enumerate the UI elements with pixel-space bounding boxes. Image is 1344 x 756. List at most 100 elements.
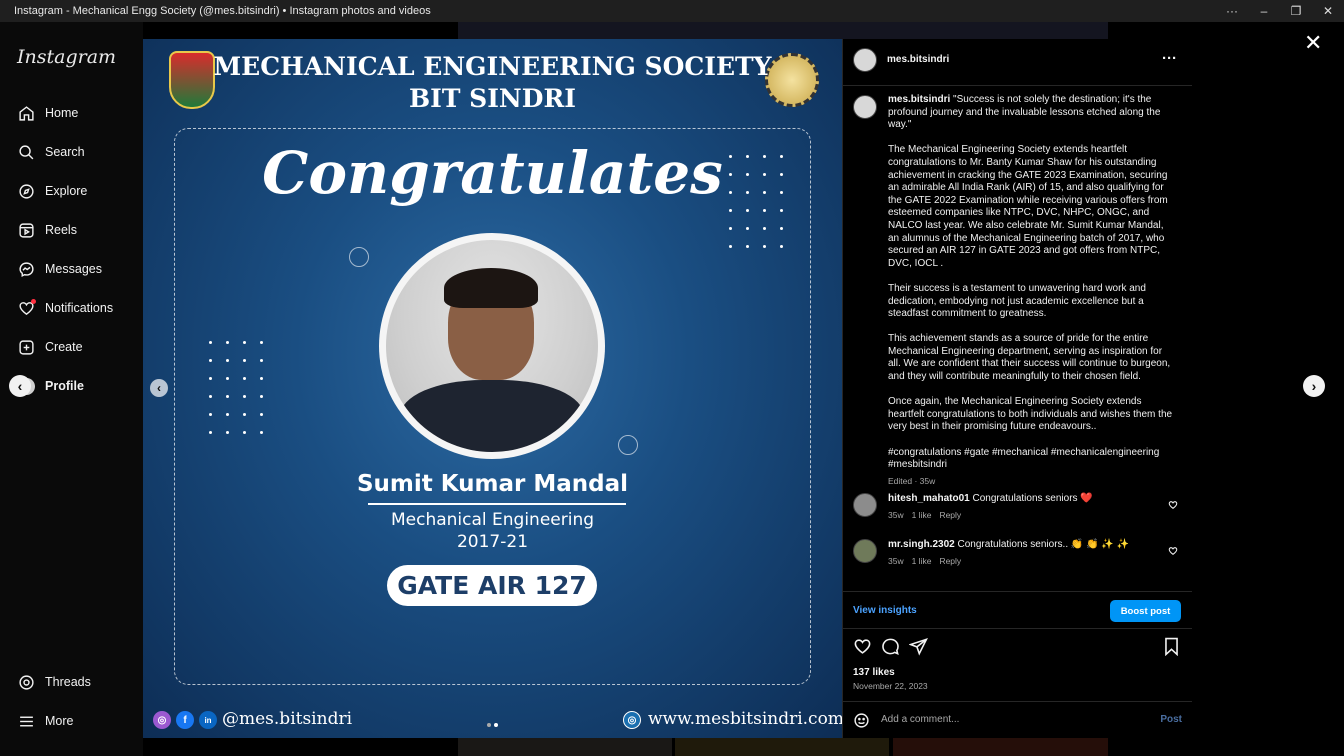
sidebar-item-label: Search xyxy=(45,145,85,159)
commenter-username[interactable]: hitesh_mahato01 xyxy=(888,493,970,504)
post-image[interactable]: MECHANICAL ENGINEERING SOCIETY BIT SINDR… xyxy=(143,39,842,738)
window-title: Instagram - Mechanical Engg Society (@me… xyxy=(14,5,431,17)
handle-text: @mes.bitsindri xyxy=(222,709,353,729)
save-bookmark-icon[interactable] xyxy=(1163,637,1180,661)
sidebar-item-more[interactable]: More xyxy=(17,712,73,730)
compass-icon xyxy=(17,182,35,200)
caption-text: mes.bitsindri "Success is not solely the… xyxy=(888,94,1176,487)
insights-row: View insights Boost post xyxy=(843,591,1192,629)
linkedin-icon: in xyxy=(199,711,217,729)
like-comment-heart-icon[interactable] xyxy=(1168,497,1178,515)
heart-icon xyxy=(17,299,36,317)
comment-age: 35w xyxy=(888,510,904,520)
sidebar-item-explore[interactable]: Explore xyxy=(17,182,87,200)
home-icon xyxy=(17,104,35,122)
instagram-icon: ◎ xyxy=(153,711,171,729)
comment-likes[interactable]: 1 like xyxy=(912,510,932,520)
sidebar-item-create[interactable]: Create xyxy=(17,338,83,356)
sidebar-item-messages[interactable]: Messages xyxy=(17,260,102,278)
boost-post-button[interactable]: Boost post xyxy=(1110,600,1181,622)
facebook-icon: f xyxy=(176,711,194,729)
society-title-line2: BIT SINDRI xyxy=(409,84,576,113)
reply-button[interactable]: Reply xyxy=(939,556,961,566)
comment-age: 35w xyxy=(888,556,904,566)
caption-paragraph: Their success is a testament to unwaveri… xyxy=(888,282,1146,320)
ellipsis-icon[interactable]: ··· xyxy=(1216,4,1248,18)
plus-square-icon xyxy=(17,338,35,356)
sidebar-item-label: Profile xyxy=(45,379,84,393)
sidebar-item-home[interactable]: Home xyxy=(17,104,78,122)
close-icon[interactable]: ✕ xyxy=(1304,30,1322,56)
reels-icon xyxy=(17,221,35,239)
portrait-frame xyxy=(379,233,605,459)
commenter-avatar[interactable] xyxy=(853,493,877,517)
restore-button[interactable]: ❐ xyxy=(1280,4,1312,18)
edited-meta: Edited · 35w xyxy=(888,475,936,486)
sidebar-item-label: Reels xyxy=(45,223,77,237)
person-name: Sumit Kumar Mandal xyxy=(356,471,629,497)
portrait-photo xyxy=(386,240,598,452)
add-comment-bar: Add a comment... Post xyxy=(843,701,1192,738)
name-underline xyxy=(368,503,626,505)
comment-icon[interactable] xyxy=(881,637,900,661)
previous-post-button[interactable]: ‹ xyxy=(9,375,31,397)
menu-icon xyxy=(17,712,35,730)
sidebar-item-search[interactable]: Search xyxy=(17,143,85,161)
sidebar-item-reels[interactable]: Reels xyxy=(17,221,77,239)
sidebar-item-label: Messages xyxy=(45,262,102,276)
sidebar-item-label: Create xyxy=(45,340,83,354)
likes-count[interactable]: 137 likes xyxy=(853,667,895,678)
commenter-avatar[interactable] xyxy=(853,539,877,563)
close-window-button[interactable]: ✕ xyxy=(1312,4,1344,18)
next-post-button[interactable]: › xyxy=(1303,375,1325,397)
post-details-panel: mes.bitsindri ··· mes.bitsindri "Success… xyxy=(842,39,1192,738)
notification-dot xyxy=(31,299,36,304)
sidebar-item-label: Home xyxy=(45,106,79,120)
sidebar-item-label: Explore xyxy=(45,184,88,198)
more-options-icon[interactable]: ··· xyxy=(1162,50,1177,67)
caption-author-avatar[interactable] xyxy=(853,95,877,119)
post-date: November 22, 2023 xyxy=(853,681,928,691)
like-heart-icon[interactable] xyxy=(853,637,872,661)
minimize-button[interactable]: – xyxy=(1248,4,1280,18)
share-icon[interactable] xyxy=(908,637,928,661)
comment-input[interactable]: Add a comment... xyxy=(881,714,959,725)
website-text: www.mesbitsindri.com xyxy=(648,709,842,729)
comment-likes[interactable]: 1 like xyxy=(912,556,932,566)
gate-air-badge: GATE AIR 127 xyxy=(387,565,597,606)
reply-button[interactable]: Reply xyxy=(939,510,961,520)
commenter-username[interactable]: mr.singh.2302 xyxy=(888,539,955,550)
comment-text: Congratulations seniors.. 👏 👏 ✨ ✨ xyxy=(957,539,1130,550)
emoji-icon[interactable] xyxy=(853,712,870,734)
caption-author-username[interactable]: mes.bitsindri xyxy=(888,94,950,105)
messenger-icon xyxy=(17,260,35,278)
decor-dot-grid xyxy=(209,341,263,434)
decor-ring xyxy=(349,247,369,267)
threads-icon xyxy=(17,673,35,691)
post-actions xyxy=(843,635,1192,661)
decor-dot-grid xyxy=(729,155,783,248)
search-icon xyxy=(17,143,35,161)
caption-paragraph: The Mechanical Engineering Society exten… xyxy=(888,144,1168,269)
sidebar-item-notifications[interactable]: Notifications xyxy=(17,299,113,317)
like-comment-heart-icon[interactable] xyxy=(1168,543,1178,561)
sidebar-item-label: More xyxy=(45,714,74,728)
window-titlebar: Instagram - Mechanical Engg Society (@me… xyxy=(0,0,1344,22)
sidebar-item-label: Notifications xyxy=(45,301,114,315)
caption-hashtags[interactable]: #congratulations #gate #mechanical #mech… xyxy=(888,447,1176,472)
sidebar-item-label: Threads xyxy=(45,675,91,689)
carousel-dots xyxy=(487,723,498,727)
department-text: Mechanical Engineering 2017-21 xyxy=(143,509,842,553)
sidebar-item-threads[interactable]: Threads xyxy=(17,673,91,691)
caption-paragraph: This achievement stands as a source of p… xyxy=(888,333,1171,383)
post-comment-button[interactable]: Post xyxy=(1160,714,1182,725)
author-avatar[interactable] xyxy=(853,48,877,72)
instagram-logo[interactable]: Instagram xyxy=(17,46,116,68)
carousel-prev-button[interactable]: ‹ xyxy=(150,379,168,397)
author-username[interactable]: mes.bitsindri xyxy=(887,54,949,65)
department-label: Mechanical Engineering xyxy=(390,510,595,530)
view-insights-link[interactable]: View insights xyxy=(853,605,917,616)
caption-scroll-area[interactable]: mes.bitsindri "Success is not solely the… xyxy=(843,85,1192,591)
comment-text: Congratulations seniors ❤️ xyxy=(972,493,1093,504)
batch-label: 2017-21 xyxy=(456,532,529,552)
